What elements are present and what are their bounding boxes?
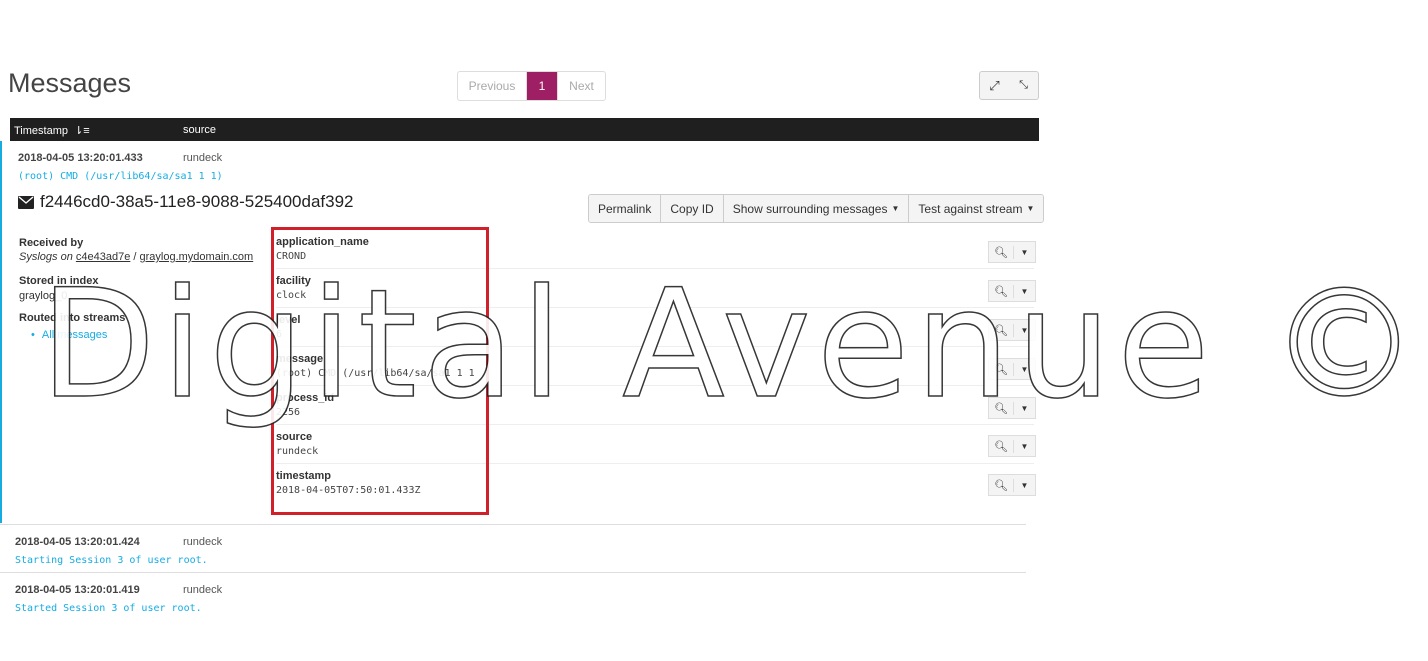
received-by-label: Received by — [19, 237, 84, 249]
row-message[interactable]: Started Session 3 of user root. — [15, 603, 202, 614]
message-id-heading: f2446cd0-38a5-11e8-9088-525400daf392 — [18, 192, 354, 212]
bullet-icon: • — [31, 329, 35, 341]
source-column-header[interactable]: source — [183, 124, 216, 136]
expanded-row-marker — [0, 141, 2, 523]
message-source: rundeck — [183, 152, 223, 164]
zoom-icon[interactable]: 🔍︎ — [989, 245, 1014, 259]
message-text[interactable]: (root) CMD (/usr/lib64/sa/sa1 1 1) — [18, 171, 223, 182]
row-timestamp: 2018-04-05 13:20:01.424 — [15, 536, 140, 548]
test-against-stream-label: Test against stream — [918, 201, 1023, 216]
caret-down-icon: ▼ — [1022, 204, 1035, 213]
table-header: Timestamp ⇂≡ source — [10, 118, 1039, 141]
caret-down-icon[interactable]: ▼ — [1014, 248, 1035, 257]
zoom-icon[interactable]: 🔍︎ — [989, 439, 1014, 453]
message-timestamp: 2018-04-05 13:20:01.433 — [18, 152, 143, 164]
row-message[interactable]: Starting Session 3 of user root. — [15, 555, 208, 566]
row-source: rundeck — [183, 584, 223, 596]
copy-id-button[interactable]: Copy ID — [661, 195, 724, 222]
expand-all-button[interactable]: ⤢ — [979, 71, 1010, 100]
timestamp-column-header[interactable]: Timestamp ⇂≡ — [14, 124, 90, 137]
caret-down-icon[interactable]: ▼ — [1014, 442, 1035, 451]
next-page-button[interactable]: Next — [557, 72, 605, 100]
zoom-icon[interactable]: 🔍︎ — [989, 478, 1014, 492]
show-surrounding-button[interactable]: Show surrounding messages ▼ — [723, 195, 910, 222]
row-source: rundeck — [183, 536, 223, 548]
compress-icon: ⤡ — [1019, 79, 1028, 91]
permalink-button[interactable]: Permalink — [589, 195, 662, 222]
watermark: Digital Avenue © — [39, 257, 1426, 433]
show-surrounding-label: Show surrounding messages — [732, 201, 888, 216]
field-actions-button[interactable]: 🔍︎ ▼ — [988, 435, 1036, 457]
caret-down-icon[interactable]: ▼ — [1014, 481, 1035, 490]
current-page-button[interactable]: 1 — [527, 72, 557, 100]
envelope-icon — [18, 195, 34, 209]
field-actions-button[interactable]: 🔍︎ ▼ — [988, 474, 1036, 496]
timestamp-header-label: Timestamp — [14, 125, 68, 137]
sort-icon[interactable]: ⇂≡ — [74, 125, 90, 137]
row-divider — [0, 524, 1026, 525]
pagination: Previous 1 Next — [457, 71, 606, 101]
caret-down-icon: ▼ — [887, 204, 900, 213]
message-id: f2446cd0-38a5-11e8-9088-525400daf392 — [40, 192, 354, 211]
expand-icon: ⤢ — [989, 77, 1000, 93]
message-actions: Permalink Copy ID Show surrounding messa… — [588, 194, 1045, 223]
row-divider — [0, 572, 1026, 573]
page-title: Messages — [8, 68, 132, 98]
row-timestamp: 2018-04-05 13:20:01.419 — [15, 584, 140, 596]
test-against-stream-button[interactable]: Test against stream ▼ — [909, 195, 1044, 222]
previous-page-button[interactable]: Previous — [458, 72, 527, 100]
collapse-all-button[interactable]: ⤡ — [1009, 71, 1039, 100]
